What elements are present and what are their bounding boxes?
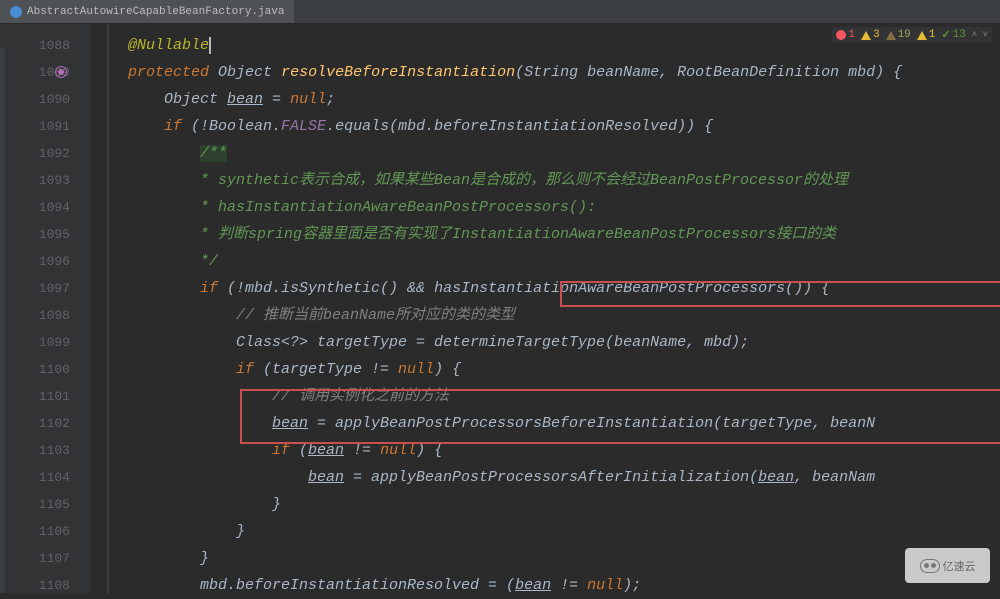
inspection-status[interactable]: 1 3 19 1 ✓13 ˄ ˅ — [832, 27, 992, 43]
line-number[interactable]: 1097 — [0, 275, 90, 302]
cloud-icon — [920, 559, 940, 573]
gutter: 1088 1089 1090 1091 1092 1093 1094 1095 … — [0, 24, 90, 593]
code-line: bean = applyBeanPostProcessorsAfterIniti… — [128, 464, 1000, 491]
error-icon — [836, 30, 846, 40]
line-number[interactable]: 1092 — [0, 140, 90, 167]
weak-warning-icon — [886, 31, 896, 40]
code-line: if (!Boolean.FALSE.equals(mbd.beforeInst… — [128, 113, 1000, 140]
code-line: * 判断spring容器里面是否有实现了InstantiationAwareBe… — [128, 221, 1000, 248]
code-line: * hasInstantiationAwareBeanPostProcessor… — [128, 194, 1000, 221]
fold-gutter[interactable] — [90, 24, 108, 593]
tab-bar: AbstractAutowireCapableBeanFactory.java — [0, 0, 1000, 24]
check-icon: ✓ — [941, 28, 950, 42]
code-line: * synthetic表示合成，如果某些Bean是合成的，那么则不会经过Bean… — [128, 167, 1000, 194]
line-number[interactable]: 1090 — [0, 86, 90, 113]
code-line: // 调用实例化之前的方法 — [128, 383, 1000, 410]
line-number[interactable]: 1095 — [0, 221, 90, 248]
line-number[interactable]: 1094 — [0, 194, 90, 221]
code-line: mbd.beforeInstantiationResolved = (bean … — [128, 572, 1000, 593]
editor-area: 1088 1089 1090 1091 1092 1093 1094 1095 … — [0, 24, 1000, 593]
line-number[interactable]: 1101 — [0, 383, 90, 410]
code-content[interactable]: 1 3 19 1 ✓13 ˄ ˅ @Nullable protected Obj… — [108, 24, 1000, 593]
code-line: */ — [128, 248, 1000, 275]
code-line: } — [128, 491, 1000, 518]
line-number[interactable]: 1106 — [0, 518, 90, 545]
code-line: } — [128, 545, 1000, 572]
line-number[interactable]: 1088 — [0, 32, 90, 59]
text-cursor — [209, 37, 211, 54]
line-number[interactable]: 1108 — [0, 572, 90, 599]
line-number[interactable]: 1103 — [0, 437, 90, 464]
code-line: // 推断当前beanName所对应的类的类型 — [128, 302, 1000, 329]
code-line: } — [128, 518, 1000, 545]
watermark: 亿速云 — [905, 548, 990, 583]
warning-icon — [917, 31, 927, 40]
code-line: protected Object resolveBeforeInstantiat… — [128, 59, 1000, 86]
file-tab[interactable]: AbstractAutowireCapableBeanFactory.java — [0, 0, 294, 23]
warning-icon — [861, 31, 871, 40]
code-line: if (!mbd.isSynthetic() && hasInstantiati… — [128, 275, 1000, 302]
line-number[interactable]: 1089 — [0, 59, 90, 86]
code-line: Class<?> targetType = determineTargetTyp… — [128, 329, 1000, 356]
code-line: Object bean = null; — [128, 86, 1000, 113]
nav-arrows-icon[interactable]: ˄ ˅ — [972, 30, 988, 40]
line-number[interactable]: 1104 — [0, 464, 90, 491]
code-line: if (bean != null) { — [128, 437, 1000, 464]
tab-filename: AbstractAutowireCapableBeanFactory.java — [27, 6, 284, 18]
line-number[interactable]: 1093 — [0, 167, 90, 194]
code-line: if (targetType != null) { — [128, 356, 1000, 383]
line-number[interactable]: 1096 — [0, 248, 90, 275]
line-number[interactable]: 1107 — [0, 545, 90, 572]
line-number[interactable]: 1099 — [0, 329, 90, 356]
line-number[interactable]: 1091 — [0, 113, 90, 140]
code-line: /** — [128, 140, 1000, 167]
line-number[interactable]: 1102 — [0, 410, 90, 437]
override-icon[interactable] — [55, 66, 67, 78]
line-number[interactable]: 1100 — [0, 356, 90, 383]
java-class-icon — [10, 6, 22, 18]
code-line: bean = applyBeanPostProcessorsBeforeInst… — [128, 410, 1000, 437]
line-number[interactable]: 1098 — [0, 302, 90, 329]
line-number[interactable]: 1105 — [0, 491, 90, 518]
